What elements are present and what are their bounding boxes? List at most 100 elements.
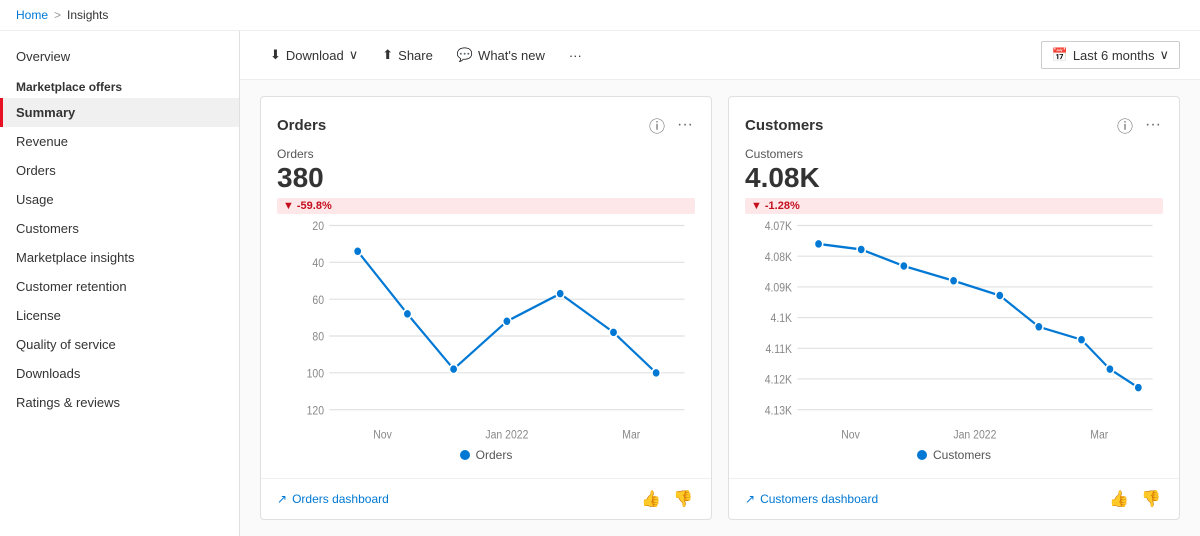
trend-icon-orders: ↗ [277,492,287,506]
svg-text:Nov: Nov [841,429,860,442]
card-footer-thumbs-customers: 👍 👎 [1107,487,1163,511]
card-footer-orders: ↗ Orders dashboard 👍 👎 [261,478,711,519]
share-label: Share [398,48,433,63]
svg-text:80: 80 [312,331,324,344]
legend-label-orders: Orders [476,448,513,462]
sidebar: Overview Marketplace offers SummaryReven… [0,31,240,536]
cards-area: Orders ⓘ ··· Orders 380 ▼ -59.8% 20 40 6… [240,80,1200,536]
download-label: Download [286,48,344,63]
legend-label-customers: Customers [933,448,991,462]
thumb-down-button-orders[interactable]: 👎 [671,487,695,511]
sidebar-item-usage[interactable]: Usage [0,185,239,214]
card-more-button-orders[interactable]: ··· [675,114,695,136]
svg-text:4.12K: 4.12K [765,374,793,387]
download-chevron-icon: ∨ [349,47,359,63]
thumb-up-button-orders[interactable]: 👍 [639,487,663,511]
card-info-button-customers[interactable]: ⓘ [1115,111,1135,139]
legend-dot-orders [460,450,470,460]
card-footer-customers: ↗ Customers dashboard 👍 👎 [729,478,1179,519]
app-container: Home > Insights Overview Marketplace off… [0,0,1200,536]
card-body-orders: Orders 380 ▼ -59.8% 20 40 60 80 100 120 … [261,147,711,478]
svg-text:4.1K: 4.1K [771,313,793,326]
card-title-orders: Orders [277,117,326,134]
svg-text:100: 100 [307,368,324,381]
card-orders: Orders ⓘ ··· Orders 380 ▼ -59.8% 20 40 6… [260,96,712,520]
svg-text:4.08K: 4.08K [765,251,793,264]
chart-area-customers: 4.07K 4.08K 4.09K 4.1K 4.11K 4.12K 4.13K… [745,214,1163,444]
svg-text:Nov: Nov [373,429,392,442]
card-header-actions-customers: ⓘ ··· [1115,111,1163,139]
footer-link-label-customers: Customers dashboard [760,492,878,506]
date-range-button[interactable]: 📅 Last 6 months ∨ [1041,41,1180,69]
svg-text:20: 20 [312,220,324,233]
svg-text:4.13K: 4.13K [765,405,793,418]
breadcrumb-separator: > [54,8,61,22]
breadcrumb-home[interactable]: Home [16,8,48,22]
svg-text:4.07K: 4.07K [765,220,793,233]
svg-text:Mar: Mar [622,429,640,442]
svg-text:4.11K: 4.11K [766,343,793,356]
whats-new-label: What's new [478,48,545,63]
card-metric-label-orders: Orders [277,147,695,161]
main-content: Overview Marketplace offers SummaryReven… [0,31,1200,536]
sidebar-item-revenue[interactable]: Revenue [0,127,239,156]
sidebar-item-summary[interactable]: Summary [0,98,239,127]
share-icon: ⬆ [382,47,393,63]
sidebar-item-customers[interactable]: Customers [0,214,239,243]
card-footer-link-customers[interactable]: ↗ Customers dashboard [745,492,878,506]
card-title-customers: Customers [745,117,823,134]
breadcrumb-current: Insights [67,8,108,22]
card-metric-value-orders: 380 [277,163,695,194]
change-value-orders: -59.8% [297,200,332,212]
svg-text:Jan 2022: Jan 2022 [485,429,528,442]
sidebar-item-orders[interactable]: Orders [0,156,239,185]
sidebar-item-quality-of-service[interactable]: Quality of service [0,330,239,359]
trend-icon-customers: ↗ [745,492,755,506]
chart-legend-orders: Orders [277,444,695,470]
svg-text:Mar: Mar [1090,429,1108,442]
card-footer-thumbs-orders: 👍 👎 [639,487,695,511]
card-info-button-orders[interactable]: ⓘ [647,111,667,139]
date-range-label: Last 6 months [1073,48,1155,63]
thumb-down-button-customers[interactable]: 👎 [1139,487,1163,511]
footer-link-label-orders: Orders dashboard [292,492,389,506]
right-panel: ⬇ Download ∨ ⬆ Share 💬 What's new ··· [240,31,1200,536]
legend-dot-customers [917,450,927,460]
card-body-customers: Customers 4.08K ▼ -1.28% 4.07K 4.08K 4.0… [729,147,1179,478]
sidebar-item-marketplace-insights[interactable]: Marketplace insights [0,243,239,272]
more-button[interactable]: ··· [559,43,592,68]
card-header-customers: Customers ⓘ ··· [729,97,1179,147]
svg-text:4.09K: 4.09K [765,282,793,295]
sidebar-item-ratings-reviews[interactable]: Ratings & reviews [0,388,239,417]
sidebar-items: SummaryRevenueOrdersUsageCustomersMarket… [0,98,239,417]
card-header-actions-orders: ⓘ ··· [647,111,695,139]
svg-text:40: 40 [312,257,324,270]
sidebar-item-customer-retention[interactable]: Customer retention [0,272,239,301]
sidebar-item-overview[interactable]: Overview [0,43,239,70]
trend-down-icon-customers: ▼ [751,200,762,212]
svg-text:60: 60 [312,294,324,307]
sidebar-item-downloads[interactable]: Downloads [0,359,239,388]
chart-legend-customers: Customers [745,444,1163,470]
card-header-orders: Orders ⓘ ··· [261,97,711,147]
toolbar: ⬇ Download ∨ ⬆ Share 💬 What's new ··· [240,31,1200,80]
whats-new-button[interactable]: 💬 What's new [447,42,555,68]
whats-new-icon: 💬 [457,47,473,63]
more-icon: ··· [569,48,582,63]
change-value-customers: -1.28% [765,200,800,212]
card-metric-value-customers: 4.08K [745,163,1163,194]
share-button[interactable]: ⬆ Share [372,42,443,68]
card-customers: Customers ⓘ ··· Customers 4.08K ▼ -1.28%… [728,96,1180,520]
sidebar-section-label: Marketplace offers [0,70,239,98]
card-metric-label-customers: Customers [745,147,1163,161]
download-button[interactable]: ⬇ Download ∨ [260,42,368,68]
chart-area-orders: 20 40 60 80 100 120 NovJan 2022Mar [277,214,695,444]
breadcrumb: Home > Insights [0,0,1200,31]
card-metric-change-orders: ▼ -59.8% [277,198,695,214]
card-footer-link-orders[interactable]: ↗ Orders dashboard [277,492,389,506]
date-chevron-icon: ∨ [1159,47,1169,63]
sidebar-item-license[interactable]: License [0,301,239,330]
card-more-button-customers[interactable]: ··· [1143,114,1163,136]
thumb-up-button-customers[interactable]: 👍 [1107,487,1131,511]
trend-down-icon-orders: ▼ [283,200,294,212]
